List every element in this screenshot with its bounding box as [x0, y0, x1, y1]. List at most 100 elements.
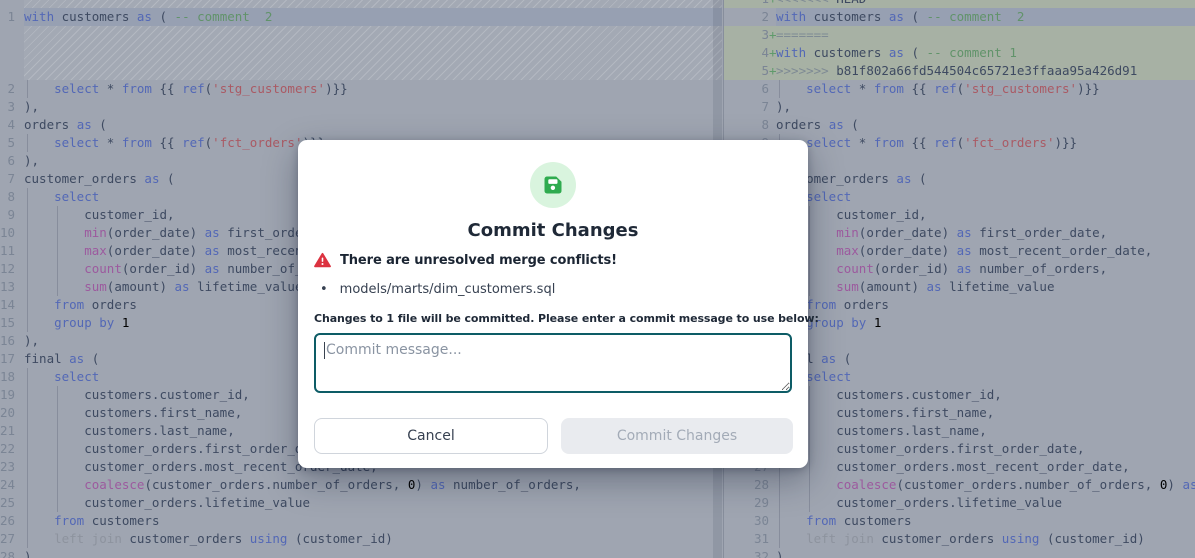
- indent-guide: [57, 206, 58, 224]
- gutter-spacer: [15, 296, 24, 314]
- code-line-content: customers.last_name,: [776, 422, 1195, 440]
- code-line: 6 select * from {{ ref('stg_customers')}…: [724, 80, 1195, 98]
- line-number: 1: [724, 0, 769, 8]
- gutter-spacer: [769, 116, 776, 134]
- code-line: 1with customers as ( -- comment 2: [0, 8, 722, 26]
- code-line: 29 customer_orders.lifetime_value: [724, 494, 1195, 512]
- line-number: 1: [0, 8, 15, 26]
- code-line-content: left join customer_orders using (custome…: [24, 530, 722, 548]
- code-line: 4orders as (: [0, 116, 722, 134]
- indent-guide: [27, 278, 28, 296]
- line-number: 3: [0, 98, 15, 116]
- line-number: 21: [0, 422, 15, 440]
- diff-editor-screen: 1with customers as ( -- comment 22 selec…: [0, 0, 1195, 558]
- code-line-content: ),: [776, 152, 1195, 170]
- code-line: 26 from customers: [0, 512, 722, 530]
- line-number: 3: [724, 26, 769, 44]
- indent-guide: [27, 422, 28, 440]
- line-number: 12: [0, 260, 15, 278]
- code-line-content: with customers as ( -- comment 2: [776, 8, 1195, 26]
- gutter-spacer: [15, 242, 24, 260]
- line-number: 13: [0, 278, 15, 296]
- code-line: 4+with customers as ( -- comment 1: [724, 44, 1195, 62]
- gutter-spacer: [769, 548, 776, 558]
- gutter-spacer: [769, 98, 776, 116]
- line-number: 7: [724, 98, 769, 116]
- gutter-spacer: [769, 80, 776, 98]
- indent-guide: [27, 404, 28, 422]
- line-number: 16: [0, 332, 15, 350]
- gutter-spacer: [15, 548, 24, 558]
- code-line-content: ),: [776, 98, 1195, 116]
- indent-guide: [57, 242, 58, 260]
- indent-guide: [27, 206, 28, 224]
- code-line-content: sum(amount) as lifetime_value: [776, 278, 1195, 296]
- line-number: 8: [0, 188, 15, 206]
- indent-guide: [809, 476, 810, 494]
- gutter-spacer: [769, 8, 776, 26]
- commit-message-input[interactable]: [314, 333, 792, 393]
- indent-guide: [27, 134, 28, 152]
- indent-guide: [57, 422, 58, 440]
- gutter-spacer: [15, 278, 24, 296]
- line-number: 23: [0, 458, 15, 476]
- gutter-spacer: [15, 422, 24, 440]
- indent-guide: [27, 242, 28, 260]
- gutter-spacer: [15, 224, 24, 242]
- code-line-content: max(order_date) as most_recent_order_dat…: [776, 242, 1195, 260]
- gutter-spacer: [15, 134, 24, 152]
- code-line-content: final as (: [776, 350, 1195, 368]
- indent-guide: [27, 296, 28, 314]
- gutter-spacer: [15, 332, 24, 350]
- indent-guide: [809, 242, 810, 260]
- gutter-spacer: [769, 512, 776, 530]
- code-line: 1+<<<<<<< HEAD: [724, 0, 1195, 8]
- line-number: 29: [724, 494, 769, 512]
- cancel-button[interactable]: Cancel: [314, 418, 548, 454]
- code-line-content: >>>>>>> b81f802a66fd544504c65721e3ffaaa9…: [776, 62, 1195, 80]
- gutter-spacer: [15, 512, 24, 530]
- gutter-spacer: [15, 206, 24, 224]
- indent-guide: [779, 512, 780, 530]
- line-number: 28: [0, 548, 15, 558]
- line-number: 5: [724, 62, 769, 80]
- code-line-content: customer_id,: [776, 206, 1195, 224]
- indent-guide: [27, 512, 28, 530]
- line-number: 32: [724, 548, 769, 558]
- code-line: 2 with customers as ( -- comment 2: [724, 8, 1195, 26]
- indent-guide: [809, 440, 810, 458]
- code-line-content: orders as (: [24, 116, 722, 134]
- indent-guide: [57, 476, 58, 494]
- commit-changes-button[interactable]: Commit Changes: [561, 418, 793, 454]
- code-line-content: ): [776, 548, 1195, 558]
- code-line: 28): [0, 548, 722, 558]
- indent-guide: [57, 260, 58, 278]
- code-line-content: orders as (: [776, 116, 1195, 134]
- line-number: 2: [724, 8, 769, 26]
- indent-guide: [27, 440, 28, 458]
- indent-guide: [809, 494, 810, 512]
- added-line-marker: +: [769, 62, 776, 80]
- added-line-marker: +: [769, 0, 776, 8]
- line-number: 18: [0, 368, 15, 386]
- gutter-spacer: [15, 350, 24, 368]
- indent-guide: [779, 494, 780, 512]
- line-number: 8: [724, 116, 769, 134]
- line-number: 10: [0, 224, 15, 242]
- indent-guide: [57, 404, 58, 422]
- gutter-spacer: [15, 458, 24, 476]
- indent-guide: [27, 80, 28, 98]
- indent-guide: [57, 386, 58, 404]
- code-line-content: left join customer_orders using (custome…: [776, 530, 1195, 548]
- indent-guide: [27, 494, 28, 512]
- code-line: 3+=======: [724, 26, 1195, 44]
- gutter-spacer: [15, 404, 24, 422]
- line-number: 28: [724, 476, 769, 494]
- code-line: 30 from customers: [724, 512, 1195, 530]
- line-number: 5: [0, 134, 15, 152]
- diff-alignment-spacer: [24, 0, 722, 8]
- code-line-content: ),: [24, 98, 722, 116]
- indent-guide: [27, 188, 28, 206]
- save-icon: [530, 162, 576, 208]
- code-line: 28 coalesce(customer_orders.number_of_or…: [724, 476, 1195, 494]
